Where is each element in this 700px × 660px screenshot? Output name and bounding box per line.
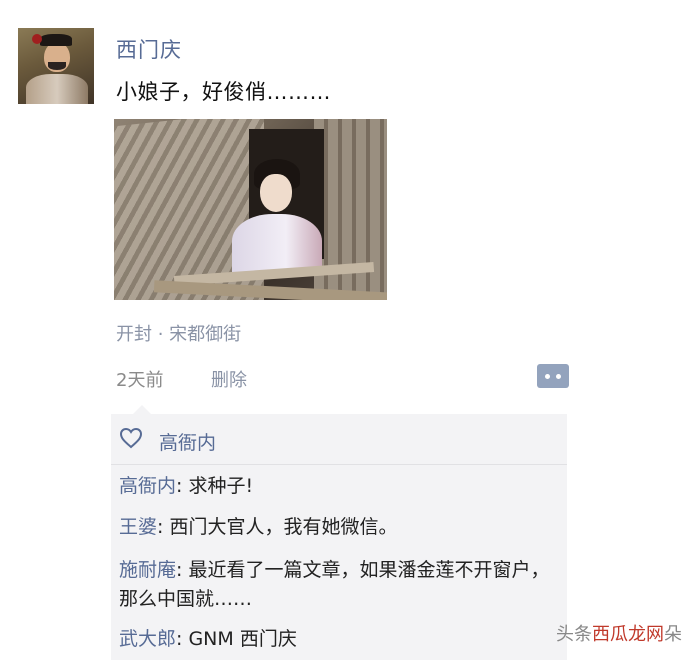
watermark-part: 头条 xyxy=(556,624,592,645)
photo-figure-face xyxy=(260,174,292,212)
post-photo[interactable] xyxy=(114,119,387,300)
post-time: 2天前 xyxy=(116,370,164,391)
comment-author[interactable]: 施耐庵 xyxy=(119,559,176,581)
post-text: 小娘子，好俊俏……… xyxy=(116,80,331,104)
likes-comments-panel: 高衙内 高衙内: 求种子! 王婆: 西门大官人，我有她微信。 施耐庵: 最近看了… xyxy=(111,405,567,660)
post-username[interactable]: 西门庆 xyxy=(116,34,182,64)
comment-text: : GNM 西门庆 xyxy=(176,628,297,650)
comment-item[interactable]: 王婆: 西门大官人，我有她微信。 xyxy=(119,513,565,542)
avatar-hat xyxy=(40,34,72,46)
watermark-part: 朵 xyxy=(664,624,682,645)
comment-author[interactable]: 武大郎 xyxy=(119,628,176,650)
photo-figure-dress xyxy=(232,214,322,274)
comment-dot-icon xyxy=(545,373,550,379)
liker-name[interactable]: 高衙内 xyxy=(159,428,216,455)
watermark-part: 西瓜 xyxy=(592,624,628,645)
post-location[interactable]: 开封 · 宋都御街 xyxy=(116,320,241,346)
comment-item[interactable]: 武大郎: GNM 西门庆 xyxy=(119,625,565,654)
comment-button[interactable] xyxy=(537,364,569,388)
comment-dot-icon xyxy=(556,373,561,379)
likes-row: 高衙内 xyxy=(111,414,567,465)
comment-item[interactable]: 施耐庵: 最近看了一篇文章，如果潘金莲不开窗户，那么中国就…… xyxy=(119,556,565,614)
comment-text: : 西门大官人，我有她微信。 xyxy=(157,516,398,538)
comment-author[interactable]: 王婆 xyxy=(119,516,157,538)
comment-text: : 求种子! xyxy=(176,475,254,497)
watermark: 头条西瓜龙网朵 xyxy=(556,620,682,646)
avatar-robe xyxy=(26,74,88,104)
avatar-beard xyxy=(48,62,66,70)
heart-icon xyxy=(119,427,143,449)
comment-item[interactable]: 高衙内: 求种子! xyxy=(119,472,565,501)
delete-link[interactable]: 删除 xyxy=(211,366,247,392)
comment-text: : 最近看了一篇文章，如果潘金莲不开窗户，那么中国就…… xyxy=(119,559,550,610)
avatar[interactable] xyxy=(18,28,94,104)
watermark-part: 龙网 xyxy=(628,624,664,645)
avatar-plume xyxy=(32,34,42,44)
comment-author[interactable]: 高衙内 xyxy=(119,475,176,497)
